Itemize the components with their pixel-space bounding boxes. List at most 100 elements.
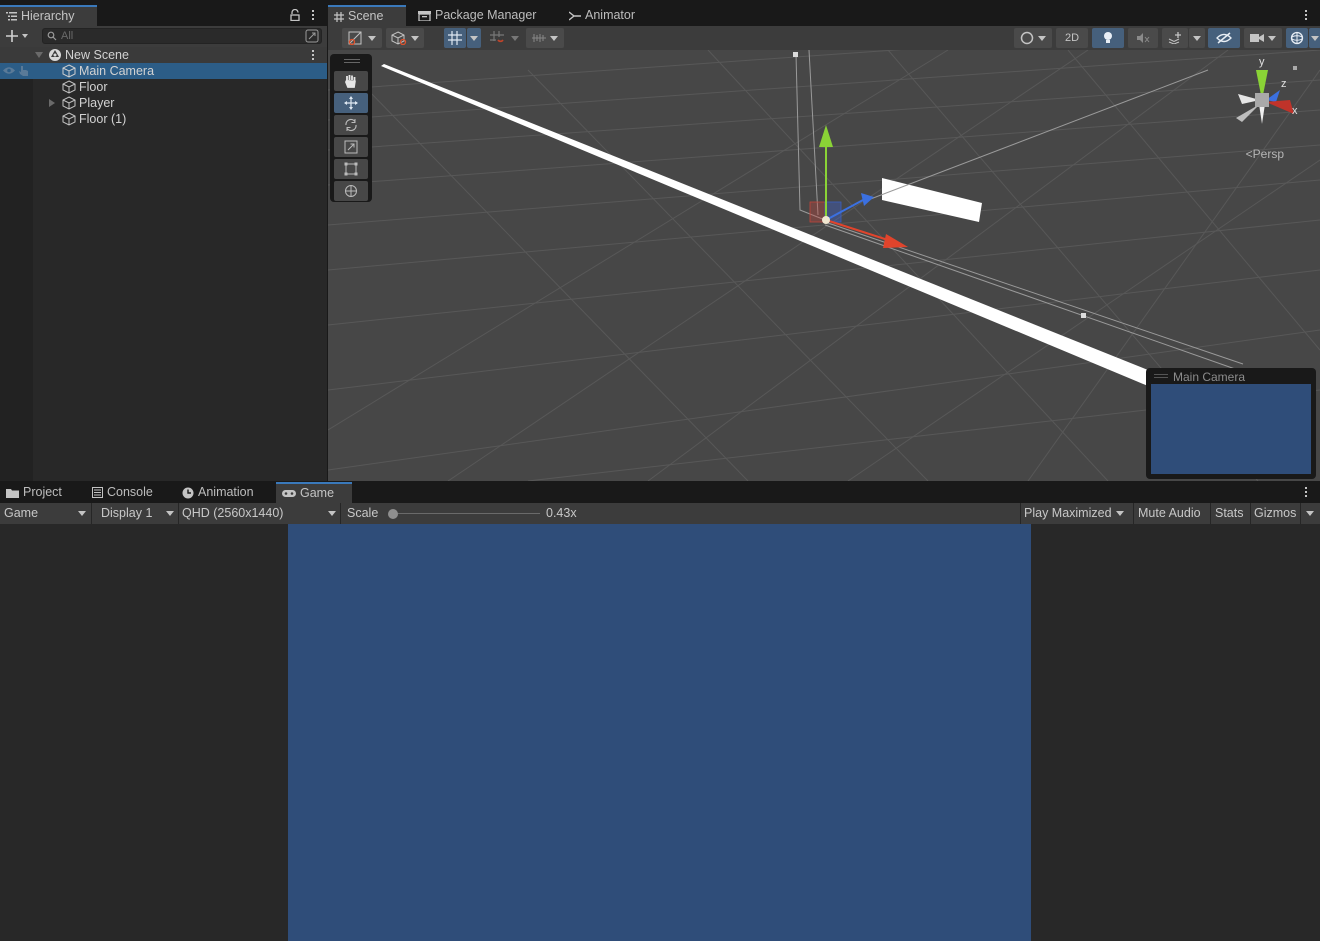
scene-fx-toggle[interactable]: [1162, 28, 1188, 48]
play-maximized-dropdown[interactable]: Play Maximized: [1024, 503, 1124, 524]
grid-visibility-dropdown[interactable]: [526, 28, 564, 48]
hierarchy-menu-icon[interactable]: [312, 10, 314, 20]
tab-animator[interactable]: Animator: [563, 5, 641, 26]
stats-toggle[interactable]: Stats: [1215, 503, 1244, 524]
gameobject-cube-icon: [62, 64, 76, 78]
chevron-down-icon: [470, 35, 478, 41]
toggle-2d-label: 2D: [1064, 32, 1080, 44]
tab-animation[interactable]: Animation: [176, 482, 260, 503]
scene-toolbar: 2D: [328, 26, 1320, 50]
grid-snap-dropdown[interactable]: [467, 28, 481, 48]
hierarchy-item[interactable]: Main Camera: [0, 63, 327, 79]
scene-tabbar: Scene Package Manager Animator: [328, 5, 1320, 26]
game-menu-icon[interactable]: [1305, 487, 1307, 497]
add-icon[interactable]: [6, 30, 30, 43]
rotate-tool-button[interactable]: [334, 115, 368, 135]
tab-package-manager[interactable]: Package Manager: [412, 5, 542, 26]
increment-snap-toggle[interactable]: [486, 28, 508, 48]
chevron-down-icon: [1306, 511, 1314, 516]
draw-mode-dropdown[interactable]: [342, 28, 382, 48]
tab-label: Animation: [198, 485, 254, 499]
gizmos-dropdown[interactable]: [1309, 28, 1320, 48]
grid-icon: [334, 11, 344, 22]
chevron-down-icon: [78, 511, 86, 516]
hierarchy-search-input[interactable]: All: [42, 28, 322, 44]
pickable-hand-icon[interactable]: [18, 65, 30, 77]
scene-fx-dropdown[interactable]: [1189, 28, 1205, 48]
tab-console[interactable]: Console: [86, 482, 159, 503]
scene-viewport[interactable]: y z x <Persp Main Camera: [328, 50, 1320, 481]
gizmo-center-cube[interactable]: [1255, 93, 1269, 107]
game-view[interactable]: [0, 524, 1320, 941]
scene-menu-icon[interactable]: [1305, 10, 1307, 20]
move-tool-button[interactable]: [334, 93, 368, 113]
console-icon: [92, 487, 103, 498]
projection-toggle[interactable]: <Persp: [1246, 147, 1284, 161]
palette-handle-line: [344, 62, 360, 63]
render-mode-dropdown[interactable]: [386, 28, 424, 48]
layers-plus-icon: [1168, 32, 1182, 44]
audio-toggle[interactable]: [1128, 28, 1158, 48]
hierarchy-item[interactable]: Player: [0, 95, 327, 111]
cube-render-icon: [391, 31, 407, 45]
expand-arrow-icon[interactable]: [49, 99, 56, 108]
camera-settings-dropdown[interactable]: [1244, 28, 1282, 48]
view-select[interactable]: Game: [4, 503, 90, 524]
gizmos-dropdown[interactable]: [1306, 503, 1314, 524]
tab-project[interactable]: Project: [0, 482, 68, 503]
divider: [1133, 503, 1134, 524]
gizmo-x-axis[interactable]: [1266, 100, 1294, 114]
eye-hidden-icon: [1216, 32, 1232, 44]
transform-tool-button[interactable]: [334, 181, 368, 201]
tab-hierarchy[interactable]: Hierarchy: [0, 5, 97, 26]
rect-tool-button[interactable]: [334, 159, 368, 179]
preview-drag-handle[interactable]: [1154, 374, 1168, 375]
projection-label: Persp: [1252, 147, 1284, 161]
tab-game[interactable]: Game: [276, 482, 352, 503]
eye-icon[interactable]: [2, 66, 16, 75]
gizmos-toggle[interactable]: Gizmos: [1254, 503, 1296, 524]
tab-label: Console: [107, 485, 153, 499]
gizmo-lock-icon[interactable]: [1293, 66, 1297, 70]
gizmos-toggle[interactable]: [1286, 28, 1308, 48]
gameobject-cube-icon: [62, 96, 76, 110]
chevron-down-icon: [1115, 511, 1124, 516]
hand-tool-button[interactable]: [334, 71, 368, 91]
camera-preview-title: Main Camera: [1173, 370, 1246, 384]
hierarchy-item[interactable]: Floor: [0, 79, 327, 95]
scene-menu-icon[interactable]: [312, 50, 314, 60]
scale-tool-button[interactable]: [334, 137, 368, 157]
increment-snap-dropdown[interactable]: [508, 28, 522, 48]
frustum-handle[interactable]: [793, 52, 798, 57]
lock-icon[interactable]: [290, 9, 300, 21]
hand-icon: [344, 74, 358, 88]
scene-visibility-toggle[interactable]: [1208, 28, 1240, 48]
divider: [91, 503, 92, 524]
expand-arrow-icon[interactable]: [35, 52, 44, 59]
scale-slider-thumb[interactable]: [388, 509, 398, 519]
effects-dropdown[interactable]: [1014, 28, 1052, 48]
orientation-gizmo[interactable]: y z x: [1232, 56, 1318, 131]
tab-scene[interactable]: Scene: [328, 5, 406, 26]
scene-row[interactable]: New Scene: [0, 47, 327, 63]
hierarchy-item[interactable]: Floor (1): [0, 111, 327, 127]
scale-slider-track[interactable]: [392, 513, 540, 514]
palette-handle[interactable]: [344, 59, 360, 60]
toggle-2d-button[interactable]: 2D: [1056, 28, 1088, 48]
display-select-value: Display 1: [101, 506, 153, 520]
search-icon: [47, 31, 58, 41]
divider: [1210, 503, 1211, 524]
item-label: Main Camera: [79, 64, 155, 78]
resolution-select[interactable]: QHD (2560x1440): [182, 503, 338, 524]
search-scope-icon[interactable]: [305, 29, 319, 43]
move-arrows-icon: [344, 96, 358, 110]
display-select[interactable]: Display 1: [101, 503, 177, 524]
chevron-down-icon: [328, 511, 336, 516]
gizmo-x-label: x: [1292, 105, 1298, 117]
folder-icon: [6, 488, 19, 498]
frustum-handle[interactable]: [1081, 313, 1086, 318]
grid-snap-toggle[interactable]: [444, 28, 466, 48]
mute-audio-toggle[interactable]: Mute Audio: [1138, 503, 1201, 524]
chevron-down-icon: [166, 511, 174, 516]
lighting-toggle[interactable]: [1092, 28, 1124, 48]
